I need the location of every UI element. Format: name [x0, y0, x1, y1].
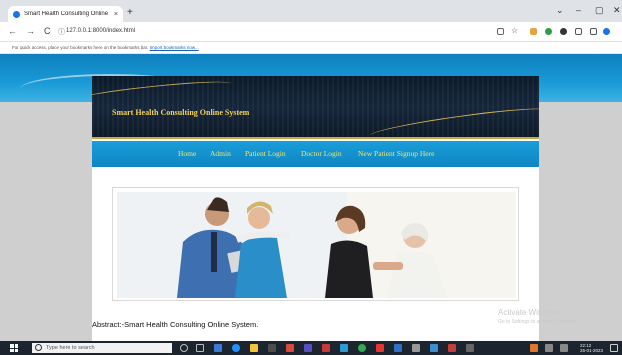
decorative-glow: [92, 77, 233, 107]
reload-button[interactable]: C: [44, 26, 51, 36]
bookmarks-bar-hint: For quick access, place your bookmarks h…: [12, 45, 149, 50]
activate-windows-watermark: Activate Windows Go to Settings to activ…: [498, 308, 577, 325]
search-icon: [35, 344, 42, 351]
system-clock[interactable]: 22:12 26-01-2023: [580, 343, 604, 353]
url-field[interactable]: 127.0.0.1:8000/index.html: [66, 28, 135, 34]
nav-patient-login[interactable]: Patient Login: [245, 149, 286, 158]
network-icon[interactable]: [545, 344, 553, 352]
nav-new-patient-signup[interactable]: New Patient Signup Here: [358, 149, 434, 158]
sidebar-icon[interactable]: [590, 28, 597, 35]
decorative-glow: [368, 103, 539, 137]
site-header: Smart Health Consulting Online System: [92, 76, 539, 139]
app-icon[interactable]: [286, 344, 294, 352]
bookmarks-bar: For quick access, place your bookmarks h…: [0, 42, 622, 54]
extension-icon[interactable]: [545, 28, 552, 35]
banner-frame: [112, 187, 519, 301]
app-icon[interactable]: [322, 344, 330, 352]
minimize-button[interactable]: –: [576, 5, 581, 15]
new-tab-button[interactable]: +: [127, 7, 133, 19]
back-button[interactable]: ←: [8, 26, 17, 36]
browser-tab-bar: Smart Health Consulting Online × + ⌄ – ▢…: [0, 0, 622, 22]
page-viewport: Smart Health Consulting Online System Ho…: [0, 54, 622, 341]
file-explorer-icon[interactable]: [250, 344, 258, 352]
reading-list-icon[interactable]: [575, 28, 582, 35]
start-button[interactable]: [10, 344, 18, 352]
app-icon[interactable]: [340, 344, 348, 352]
share-icon[interactable]: [497, 28, 504, 35]
extensions-puzzle-icon[interactable]: [560, 28, 567, 35]
close-window-button[interactable]: ✕: [613, 5, 621, 16]
app-icon[interactable]: [448, 344, 456, 352]
site-title: Smart Health Consulting Online System: [112, 108, 250, 117]
banner-image: [117, 192, 516, 298]
notifications-icon[interactable]: [610, 344, 618, 352]
favicon-icon: [13, 10, 20, 18]
app-icon[interactable]: [214, 344, 222, 352]
app-icon[interactable]: [412, 344, 420, 352]
tab-title: Smart Health Consulting Online: [24, 11, 109, 17]
main-nav: Home Admin Patient Login Doctor Login Ne…: [92, 141, 539, 167]
address-bar-row: ← → C ⓘ 127.0.0.1:8000/index.html ☆: [0, 22, 622, 42]
volume-icon[interactable]: [560, 344, 568, 352]
watermark-line-1: Activate Windows: [498, 308, 562, 317]
nav-home[interactable]: Home: [178, 149, 196, 158]
doctors-and-patients-illustration: [117, 192, 516, 298]
edge-icon[interactable]: [232, 344, 240, 352]
watermark-line-2: Go to Settings to activate Windows.: [498, 319, 577, 325]
taskbar-search-box[interactable]: Type here to search: [32, 343, 172, 353]
app-icon[interactable]: [430, 344, 438, 352]
tab-search-icon[interactable]: ⌄: [556, 5, 564, 16]
site-info-icon[interactable]: ⓘ: [58, 27, 65, 37]
task-view-icon[interactable]: [196, 344, 204, 352]
pdf-icon[interactable]: [376, 344, 384, 352]
bookmark-star-icon[interactable]: ☆: [511, 26, 518, 35]
tab-close-icon[interactable]: ×: [114, 11, 118, 18]
tray-icon[interactable]: [530, 344, 538, 352]
app-icon[interactable]: [466, 344, 474, 352]
maximize-button[interactable]: ▢: [595, 5, 604, 16]
abstract-text: Abstract:-Smart Health Consulting Online…: [92, 320, 259, 329]
forward-button[interactable]: →: [26, 26, 35, 36]
taskbar-search-placeholder: Type here to search: [46, 345, 95, 351]
browser-tab[interactable]: Smart Health Consulting Online ×: [8, 6, 123, 22]
profile-avatar[interactable]: [603, 28, 610, 35]
app-icon[interactable]: [394, 344, 402, 352]
mic-icon[interactable]: [180, 344, 188, 352]
windows-taskbar: Type here to search 22:12 26-01-2023: [0, 341, 622, 355]
site-container: Smart Health Consulting Online System Ho…: [92, 76, 539, 341]
nav-admin[interactable]: Admin: [210, 149, 231, 158]
app-icon[interactable]: [304, 344, 312, 352]
extension-icon[interactable]: [530, 28, 537, 35]
import-bookmarks-link[interactable]: Import bookmarks now...: [150, 45, 199, 50]
clock-date: 26-01-2023: [580, 347, 604, 353]
chrome-icon[interactable]: [358, 344, 366, 352]
store-icon[interactable]: [268, 344, 276, 352]
nav-doctor-login[interactable]: Doctor Login: [301, 149, 342, 158]
